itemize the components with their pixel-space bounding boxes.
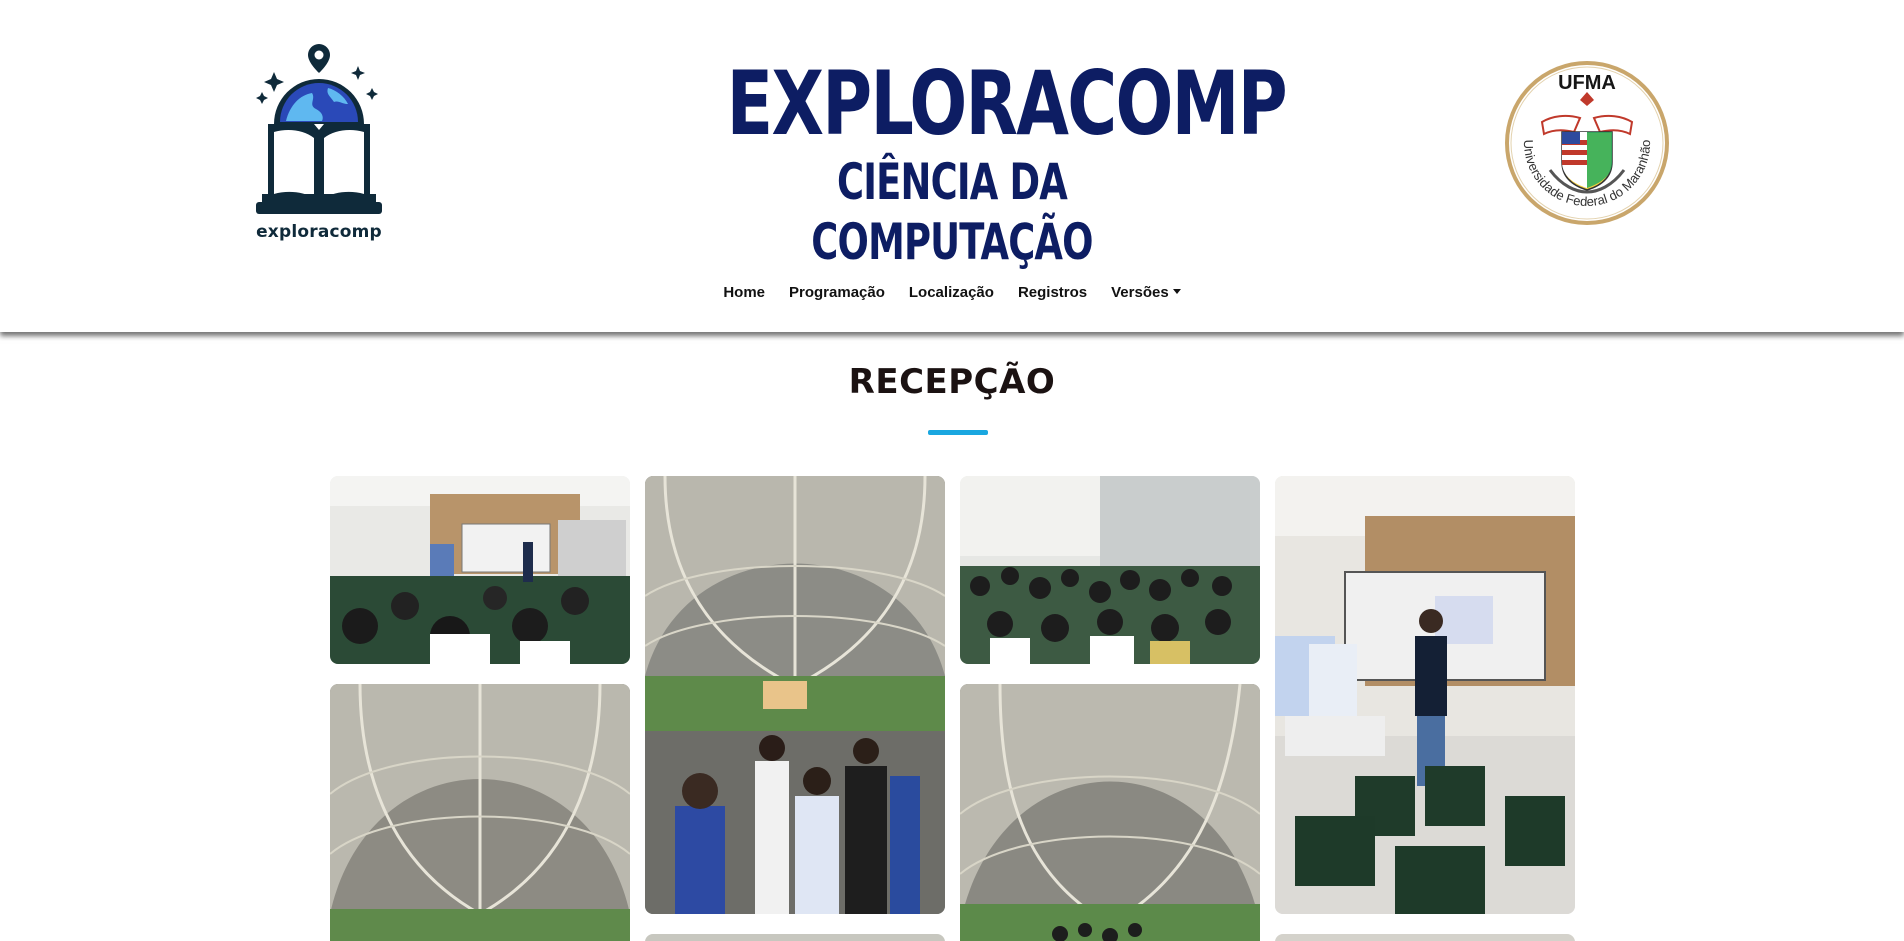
nav-item-home[interactable]: Home	[723, 284, 765, 301]
gallery-photo-auditorium-seated[interactable]	[960, 476, 1260, 664]
section-title: RECEPÇÃO	[848, 362, 1056, 402]
nav-item-programacao[interactable]: Programação	[789, 284, 885, 301]
ufma-logo-text: UFMA	[1558, 72, 1616, 94]
globe-book-icon	[256, 44, 382, 214]
chevron-down-icon	[1172, 289, 1181, 294]
gallery-photo-speaker[interactable]	[1275, 476, 1575, 914]
site-header: exploracomp EXPLORACOMP CIÊNCIA DA COMPU…	[0, 0, 1904, 332]
ufma-logo[interactable]: Universidade Federal do Maranhão UFMA	[1504, 60, 1670, 226]
gallery-photo-auditorium-front[interactable]	[330, 476, 630, 664]
gallery-photo-partial-col2[interactable]	[645, 934, 945, 941]
gallery-photo-walkway-roof[interactable]	[330, 684, 630, 941]
nav-item-versoes-label: Versões	[1111, 284, 1169, 301]
brand-wordmark: EXPLORACOMP CIÊNCIA DA COMPUTAÇÃO	[690, 52, 1288, 272]
title-underline	[928, 430, 988, 435]
nav-item-versoes[interactable]: Versões	[1111, 284, 1181, 301]
gallery-photo-partial-col4[interactable]	[1275, 934, 1575, 941]
site-subtitle: CIÊNCIA DA COMPUTAÇÃO	[811, 153, 1093, 271]
gallery-photo-walkway-group[interactable]	[645, 476, 945, 914]
site-title: EXPLORACOMP	[726, 52, 1288, 155]
nav-item-localizacao[interactable]: Localização	[909, 284, 994, 301]
nav-item-registros[interactable]: Registros	[1018, 284, 1087, 301]
exploracomp-logo-text: exploracomp	[256, 222, 382, 242]
main-nav: Home Programação Localização Registros V…	[0, 284, 1904, 301]
gallery-photo-walkway-roof-group[interactable]	[960, 684, 1260, 941]
exploracomp-logo[interactable]: exploracomp	[246, 44, 392, 244]
